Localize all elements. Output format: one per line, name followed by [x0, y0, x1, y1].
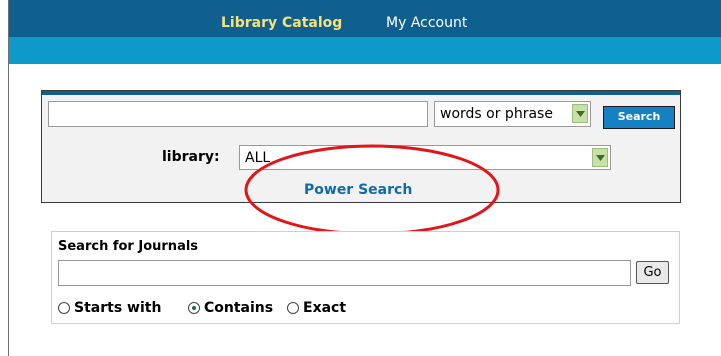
search-mode-select[interactable]: words or phrase [434, 101, 591, 127]
keyword-search-input[interactable] [48, 101, 428, 127]
radio-circle[interactable] [58, 302, 70, 314]
library-label: library: [162, 149, 220, 165]
radio-label: Contains [204, 300, 274, 316]
panel-top-stripe [42, 91, 680, 95]
radio-exact[interactable]: Exact [287, 300, 346, 316]
nav-library-catalog[interactable]: Library Catalog [221, 15, 342, 31]
highlight-ellipse-annotation [244, 144, 500, 236]
search-mode-value: words or phrase [440, 106, 553, 122]
search-button-label: Search [617, 110, 661, 123]
sub-navigation-bar [9, 37, 721, 64]
journal-search-title: Search for Journals [58, 239, 199, 254]
journal-search-panel: Search for Journals Go Starts with Conta… [51, 231, 680, 324]
radio-contains[interactable]: Contains [188, 300, 273, 316]
radio-circle[interactable] [287, 302, 299, 314]
chevron-down-icon [572, 104, 588, 123]
go-button-label: Go [643, 265, 662, 280]
go-button[interactable]: Go [636, 261, 669, 284]
chevron-down-icon [592, 148, 608, 167]
radio-label: Starts with [74, 300, 162, 316]
journal-search-input[interactable] [58, 260, 631, 286]
search-button[interactable]: Search [603, 106, 675, 129]
radio-starts-with[interactable]: Starts with [58, 300, 161, 316]
radio-circle[interactable] [188, 302, 200, 314]
nav-my-account[interactable]: My Account [386, 15, 467, 31]
top-navigation-bar: Library Catalog My Account [9, 0, 721, 37]
